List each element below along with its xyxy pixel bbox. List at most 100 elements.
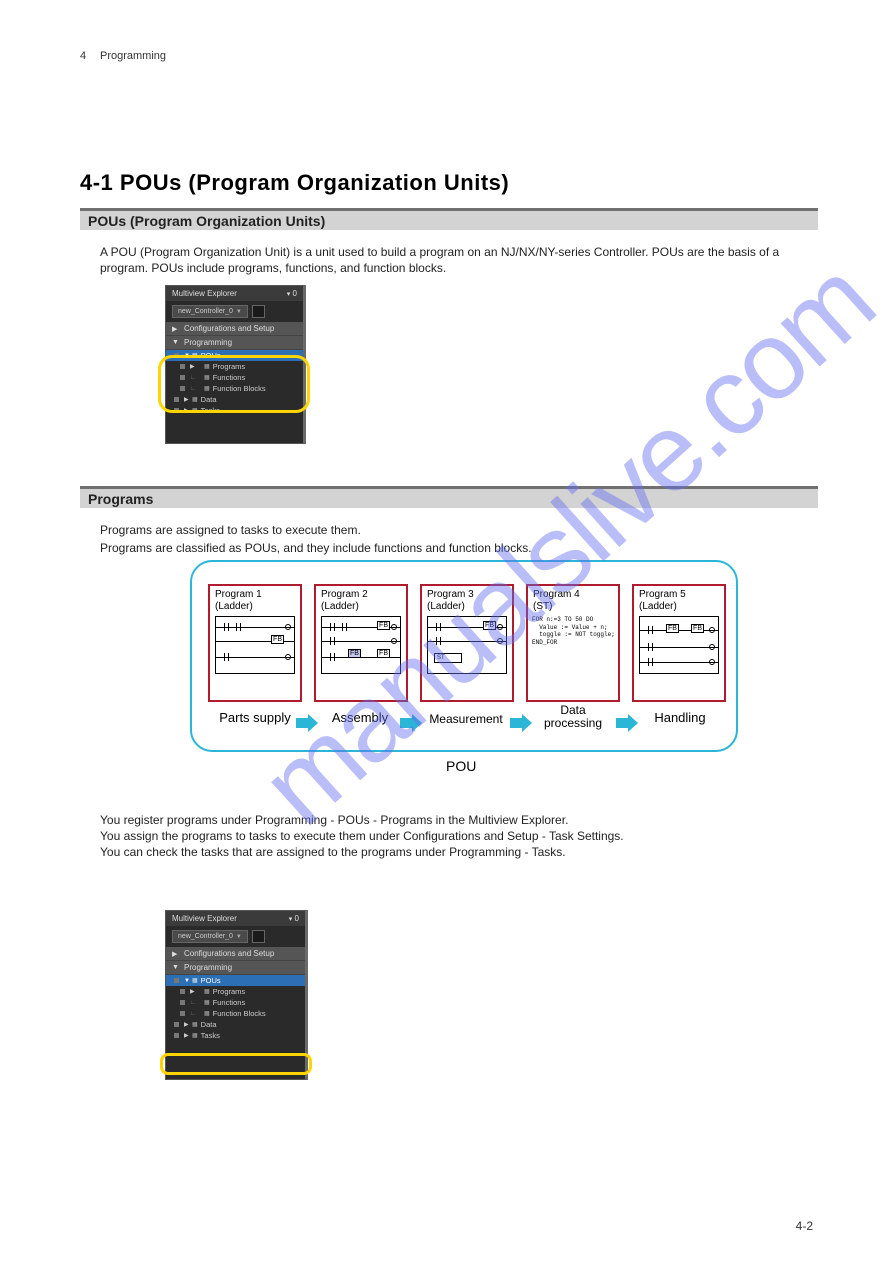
tree-arrow-icon: ▼ xyxy=(184,353,190,359)
tree-marker-icon xyxy=(180,364,185,369)
program-box-2: Program 2(Ladder) FB FB FB xyxy=(314,584,408,702)
step-data-processing: Data processing xyxy=(532,704,614,729)
explorer2-badge: 0 xyxy=(295,914,299,923)
heading-pous-label: POUs (Program Organization Units) xyxy=(88,213,325,229)
program-box-5: Program 5(Ladder) FB FB xyxy=(632,584,726,702)
multiview-explorer-2: Multiview Explorer ▾ 0 new_Controller_0 … xyxy=(165,910,308,1080)
page: manualslive.com 4 Programming 4-1 POUs (… xyxy=(0,0,893,1263)
explorer2-config-setup[interactable]: ▶ Configurations and Setup xyxy=(166,947,305,961)
tree-marker-icon xyxy=(180,1000,185,1005)
body-programs-register: You register programs under Programming … xyxy=(100,812,800,861)
explorer1-pous[interactable]: ▼ ▦ POUs xyxy=(166,350,303,361)
tree-marker-icon xyxy=(174,408,179,413)
explorer2-data[interactable]: ▶ ▦ Data xyxy=(166,1019,305,1030)
explorer2-titlebar: Multiview Explorer ▾ 0 xyxy=(166,911,305,926)
explorer1-config-setup[interactable]: ▶ Configurations and Setup xyxy=(166,322,303,336)
explorer2-square-icon[interactable] xyxy=(252,930,265,943)
page-number: 4-2 xyxy=(796,1219,813,1233)
program-box-3: Program 3(Ladder) FB ST xyxy=(420,584,514,702)
tree-arrow-icon: ▶ xyxy=(184,1032,189,1039)
explorer1-fb-label: Function Blocks xyxy=(213,384,266,393)
program-2-title: Program 2(Ladder) xyxy=(316,586,406,614)
explorer1-functions-label: Functions xyxy=(213,373,246,382)
ladder-diagram-icon: FB FB FB xyxy=(321,616,401,674)
step-parts-supply: Parts supply xyxy=(210,710,300,725)
explorer1-titlebar: Multiview Explorer ▾ 0 xyxy=(166,286,303,301)
tree-arrow-icon: ▶ xyxy=(172,950,177,958)
folder-icon: ▦ xyxy=(192,1021,198,1028)
chevron-down-icon: ▼ xyxy=(236,934,242,940)
tree-arrow-icon: ▶ xyxy=(184,407,189,414)
tree-marker-icon xyxy=(180,1011,185,1016)
explorer1-data-label: Data xyxy=(201,395,217,404)
item-icon: ▦ xyxy=(204,385,210,392)
ladder-diagram-icon: FB xyxy=(215,616,295,674)
program-5-title: Program 5(Ladder) xyxy=(634,586,724,614)
tree-marker-icon xyxy=(180,386,185,391)
explorer2-pous-label: POUs xyxy=(201,976,221,985)
explorer2-programs[interactable]: ▶ ▦ Programs xyxy=(166,986,305,997)
program-1-title: Program 1(Ladder) xyxy=(210,586,300,614)
header-text: Programming xyxy=(100,50,166,62)
section-title: 4-1 POUs (Program Organization Units) xyxy=(80,170,509,196)
tree-marker-icon xyxy=(174,1033,179,1038)
arrow-right-icon xyxy=(510,714,532,732)
explorer1-square-icon[interactable] xyxy=(252,305,265,318)
explorer2-function-blocks[interactable]: ∟ ▦ Function Blocks xyxy=(166,1008,305,1019)
explorer2-programs-label: Programs xyxy=(213,987,246,996)
tree-arrow-icon: ▼ xyxy=(184,978,190,984)
program-box-1: Program 1(Ladder) FB xyxy=(208,584,302,702)
item-icon: ▦ xyxy=(204,988,210,995)
explorer2-fb-label: Function Blocks xyxy=(213,1009,266,1018)
tree-arrow-icon: ▶ xyxy=(190,363,195,370)
folder-icon: ▦ xyxy=(192,352,198,359)
item-icon: ▦ xyxy=(204,374,210,381)
tree-arrow-icon: ▶ xyxy=(190,988,195,995)
explorer1-programs[interactable]: ▶ ▦ Programs xyxy=(166,361,303,372)
tree-marker-icon xyxy=(174,397,179,402)
explorer1-programs-label: Programs xyxy=(213,362,246,371)
program-3-title: Program 3(Ladder) xyxy=(422,586,512,614)
tree-marker-icon xyxy=(180,989,185,994)
tree-marker-icon xyxy=(174,1022,179,1027)
explorer1-programming-label: Programming xyxy=(184,338,232,347)
tree-leaf-icon: ∟ xyxy=(190,375,196,381)
arrow-right-icon xyxy=(296,714,318,732)
arrow-right-icon xyxy=(400,714,422,732)
explorer2-data-label: Data xyxy=(201,1020,217,1029)
explorer1-function-blocks[interactable]: ∟ ▦ Function Blocks xyxy=(166,383,303,394)
explorer1-tasks[interactable]: ▶ ▦ Tasks xyxy=(166,405,303,416)
step-measurement: Measurement xyxy=(418,712,514,726)
tree-leaf-icon: ∟ xyxy=(190,1000,196,1006)
folder-icon: ▦ xyxy=(192,977,198,984)
heading-pous: POUs (Program Organization Units) xyxy=(80,208,818,230)
body-programs-a: Programs are assigned to tasks to execut… xyxy=(100,522,800,538)
step-handling: Handling xyxy=(640,710,720,725)
explorer2-tasks[interactable]: ▶ ▦ Tasks xyxy=(166,1030,305,1041)
explorer1-title: Multiview Explorer xyxy=(172,289,237,298)
explorer1-data[interactable]: ▶ ▦ Data xyxy=(166,394,303,405)
body-programs-b: Programs are classified as POUs, and the… xyxy=(100,540,800,556)
explorer1-programming[interactable]: ▼ Programming xyxy=(166,336,303,350)
explorer2-pous[interactable]: ▼ ▦ POUs xyxy=(166,975,305,986)
explorer2-functions[interactable]: ∟ ▦ Functions xyxy=(166,997,305,1008)
program-box-4: Program 4(ST) FOR n:=3 TO 50 DO Value :=… xyxy=(526,584,620,702)
ladder-diagram-icon: FB FB xyxy=(639,616,719,674)
explorer2-programming[interactable]: ▼ Programming xyxy=(166,961,305,975)
tree-arrow-icon: ▼ xyxy=(172,964,179,971)
explorer2-tasks-label: Tasks xyxy=(201,1031,220,1040)
explorer2-device-dropdown[interactable]: new_Controller_0 ▼ xyxy=(172,930,248,943)
explorer1-badge: 0 xyxy=(293,289,297,298)
explorer2-functions-label: Functions xyxy=(213,998,246,1007)
arrow-right-icon xyxy=(616,714,638,732)
explorer1-device-dropdown[interactable]: new_Controller_0 ▼ xyxy=(172,305,248,318)
explorer2-config-label: Configurations and Setup xyxy=(184,949,274,958)
explorer2-programming-label: Programming xyxy=(184,963,232,972)
explorer2-title: Multiview Explorer xyxy=(172,914,237,923)
multiview-explorer-1: Multiview Explorer ▾ 0 new_Controller_0 … xyxy=(165,285,306,444)
explorer1-functions[interactable]: ∟ ▦ Functions xyxy=(166,372,303,383)
item-icon: ▦ xyxy=(204,363,210,370)
step-assembly: Assembly xyxy=(320,710,400,725)
tree-leaf-icon: ∟ xyxy=(190,386,196,392)
explorer2-device-name: new_Controller_0 xyxy=(178,933,233,940)
